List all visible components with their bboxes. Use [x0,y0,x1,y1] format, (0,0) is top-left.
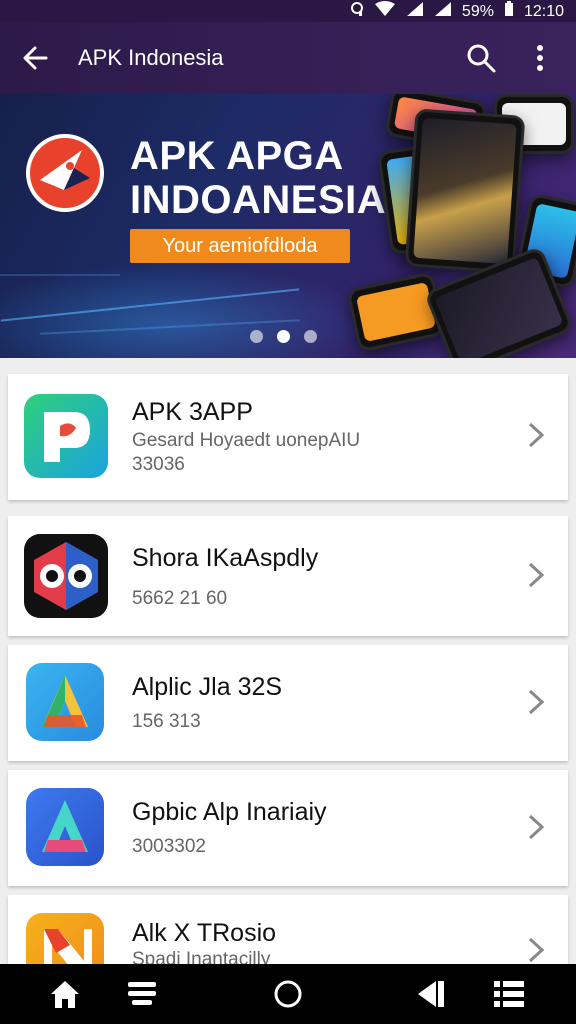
arrow-left-icon [23,46,48,70]
app-meta: 3003302 [132,836,206,857]
app-meta: 5662 21 60 [132,588,228,609]
app-list-item[interactable]: Alk X TRosio Spadi Inantacilly [8,895,568,975]
a-app-icon [26,663,104,741]
wifi-icon [374,1,396,22]
recents-button[interactable] [126,978,160,1010]
more-vertical-icon [537,45,543,71]
carousel-indicator[interactable] [250,330,317,343]
app-list-item[interactable]: Gpbic Alp Inariaiy 3003302 [8,770,568,886]
home-button[interactable] [48,978,82,1010]
chevron-right-icon [524,687,548,717]
banner-light-line [0,274,120,276]
clock: 12:10 [523,2,564,20]
banner-headline: APK APGA INDOANESIA [130,134,386,222]
promo-banner[interactable]: APK APGA INDOANESIA Your aemiofdloda [0,94,576,358]
search-icon [467,44,496,73]
a-gradient-app-icon [26,788,104,866]
signal-icon [406,1,424,22]
back-button[interactable] [18,40,54,76]
app-name: APK 3APP [132,398,253,426]
brand-logo [26,134,104,212]
app-name: Alk X TRosio [132,919,277,947]
system-nav-bar [0,964,576,1024]
app-list-item[interactable]: Shora IKaAspdly 5662 21 60 [8,516,568,636]
banner-phone-image [404,108,526,274]
battery-percent: 59% [461,2,494,20]
chevron-right-icon [524,812,548,842]
app-list-item[interactable]: Alplic Jla 32S 156 313 [8,645,568,761]
home-icon [51,981,79,1008]
back-triangle-icon [418,981,444,1007]
battery-icon [504,1,514,22]
app-list-item[interactable]: APK 3APP Gesard Hoyaedt uonepAIU 33036 [8,374,568,500]
home-circle-button[interactable] [271,978,305,1010]
page-title: APK Indonesia [78,45,224,70]
menu-stack-icon [128,982,156,1005]
back-nav-button[interactable] [414,978,448,1010]
notification-icon [350,1,364,22]
search-button[interactable] [464,40,498,76]
owl-app-icon [24,534,108,618]
banner-cta-button[interactable]: Your aemiofdloda [130,229,350,263]
banner-glow [0,264,380,358]
p-app-icon [24,394,108,478]
app-name: Gpbic Alp Inariaiy [132,798,327,826]
banner-headline-line1: APK APGA [130,134,344,178]
app-subtitle: Gesard Hoyaedt uonepAIU [132,430,361,451]
multitask-button[interactable] [492,978,526,1010]
list-icon [494,981,524,1007]
carousel-dot[interactable] [304,330,317,343]
app-name: Shora IKaAspdly [132,544,319,572]
overflow-menu-button[interactable] [526,40,554,76]
chevron-right-icon [524,560,548,590]
circle-home-icon [274,980,302,1008]
carousel-dot[interactable] [250,330,263,343]
signal-icon-2 [434,1,452,22]
chevron-right-icon [524,935,548,965]
app-meta: 33036 [132,454,185,475]
carousel-dot-active[interactable] [277,330,290,343]
banner-headline-line2: INDOANESIA [130,178,387,222]
app-meta: 156 313 [132,711,201,732]
status-bar: 59% 12:10 [0,0,576,22]
chevron-right-icon [524,420,548,450]
app-name: Alplic Jla 32S [132,673,283,701]
app-bar: APK Indonesia [0,22,576,94]
